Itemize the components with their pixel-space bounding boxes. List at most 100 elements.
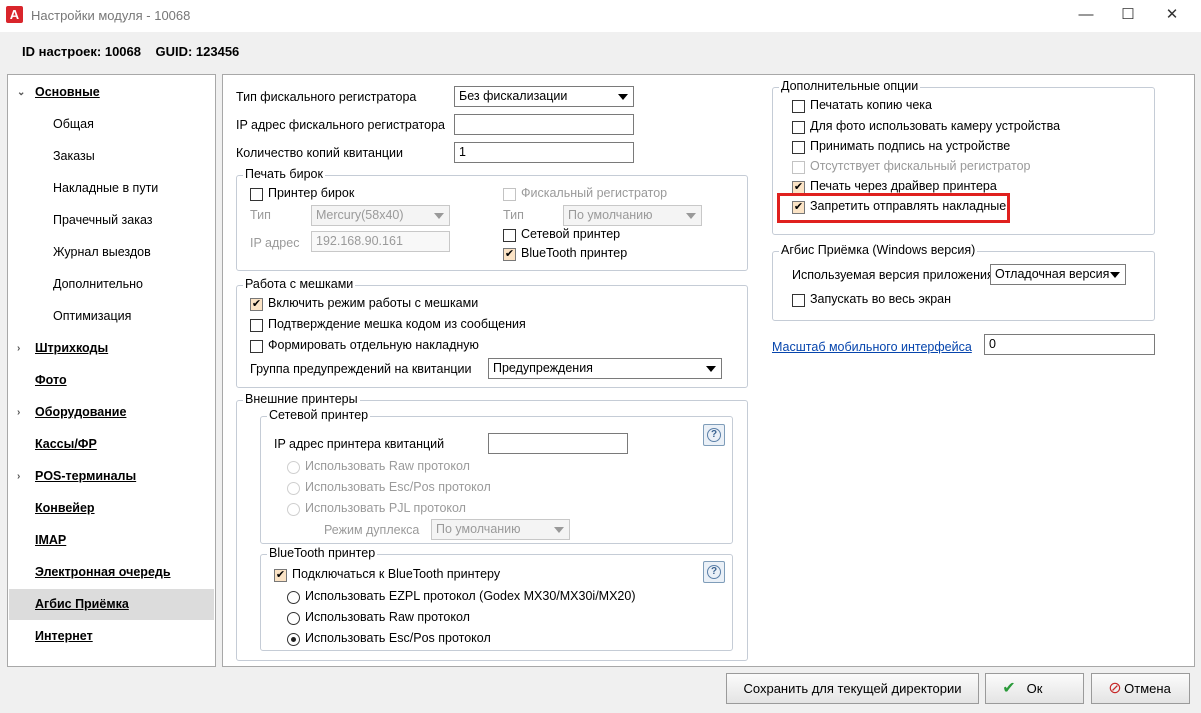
fiscal-ip-input[interactable] — [454, 114, 634, 135]
signature-checkbox[interactable] — [792, 141, 805, 154]
pjl-protocol-label: Использовать PJL протокол — [305, 501, 466, 515]
nav-item-label: Оптимизация — [53, 309, 132, 323]
copies-input[interactable]: 1 — [454, 142, 634, 163]
bt-ezpl-radio[interactable] — [287, 591, 300, 604]
nav-item-agbis-priemka[interactable]: Агбис Приёмка — [9, 589, 214, 620]
tag-type-label: Тип — [250, 208, 271, 222]
fiscal-registrar-label: Фискальный регистратор — [521, 186, 668, 200]
nav-item-imap[interactable]: IMAP — [9, 525, 214, 556]
minimize-icon[interactable]: — — [1063, 0, 1109, 32]
fiscal-type-select[interactable]: Без фискализации — [454, 86, 634, 107]
fiscal-registrar-checkbox[interactable] — [503, 188, 516, 201]
print-copy-checkbox[interactable] — [792, 100, 805, 113]
tag-type2-value: По умолчанию — [568, 208, 653, 222]
tag-type-select[interactable]: Mercury(58x40) — [311, 205, 450, 226]
highlight-box — [777, 193, 1010, 223]
bluetooth-printer-group: BlueTooth принтер ✔ Подключаться к BlueT… — [260, 546, 733, 651]
nav-item-label: Накладные в пути — [53, 181, 159, 195]
dropdown-arrow-icon — [1110, 272, 1120, 278]
no-fiscal-checkbox[interactable] — [792, 161, 805, 174]
warn-group-label: Группа предупреждений на квитанции — [250, 362, 472, 376]
bluetooth-printer-checkbox[interactable]: ✔ — [503, 248, 516, 261]
nav-item-label: Журнал выездов — [53, 245, 151, 259]
nav-item-ochered[interactable]: Электронная очередь — [9, 557, 214, 588]
external-printers-group: Внешние принтеры Сетевой принтер IP адре… — [236, 392, 748, 661]
tag-printer-checkbox[interactable] — [250, 188, 263, 201]
nav-item-label: Штрихкоды — [35, 341, 109, 355]
bt-escpos-radio[interactable] — [287, 633, 300, 646]
receipt-printer-ip-input[interactable] — [488, 433, 628, 454]
pjl-protocol-radio[interactable] — [287, 503, 300, 516]
tag-ip-input[interactable]: 192.168.90.161 — [311, 231, 450, 252]
help-button[interactable]: ? — [703, 561, 725, 583]
nav-item-nakladnye[interactable]: Накладные в пути — [9, 173, 214, 204]
no-fiscal-label: Отсутствует фискальный регистратор — [810, 159, 1031, 173]
ok-button[interactable]: ✔ Ок — [985, 673, 1084, 704]
warn-group-select[interactable]: Предупреждения — [488, 358, 722, 379]
tag-type-value: Mercury(58x40) — [316, 208, 404, 222]
bags-separate-checkbox[interactable] — [250, 340, 263, 353]
bags-confirm-checkbox[interactable] — [250, 319, 263, 332]
mobile-scale-link[interactable]: Масштаб мобильного интерфейса — [772, 340, 972, 354]
settings-nav-tree: ⌄ Основные Общая Заказы Накладные в пути … — [7, 74, 216, 667]
warn-group-value: Предупреждения — [493, 361, 593, 375]
nav-item-osnovnye[interactable]: ⌄ Основные — [9, 77, 214, 108]
nav-item-shtrihkody[interactable]: › Штрихкоды — [9, 333, 214, 364]
nav-item-label: IMAP — [35, 533, 67, 547]
app-logo-icon: A — [6, 6, 23, 23]
nav-item-oborudovanie[interactable]: › Оборудование — [9, 397, 214, 428]
tag-printing-title: Печать бирок — [243, 167, 325, 181]
fiscal-ip-label: IP адрес фискального регистратора — [236, 118, 446, 132]
nav-item-prachechny[interactable]: Прачечный заказ — [9, 205, 214, 236]
fiscal-type-value: Без фискализации — [459, 89, 568, 103]
nav-item-optimizaciya[interactable]: Оптимизация — [9, 301, 214, 332]
nav-item-kassy[interactable]: Кассы/ФР — [9, 429, 214, 460]
nav-item-obshaya[interactable]: Общая — [9, 109, 214, 140]
help-button[interactable]: ? — [703, 424, 725, 446]
dropdown-arrow-icon — [554, 527, 564, 533]
bt-raw-radio[interactable] — [287, 612, 300, 625]
dropdown-arrow-icon — [618, 94, 628, 100]
bags-separate-label: Формировать отдельную накладную — [268, 338, 479, 352]
windows-version-group: Агбис Приёмка (Windows версия) Используе… — [772, 243, 1155, 321]
app-version-select[interactable]: Отладочная версия — [990, 264, 1126, 285]
fullscreen-label: Запускать во весь экран — [810, 292, 952, 306]
nav-item-konveyer[interactable]: Конвейер — [9, 493, 214, 524]
nav-item-foto[interactable]: Фото — [9, 365, 214, 396]
tag-type2-select[interactable]: По умолчанию — [563, 205, 702, 226]
duplex-select[interactable]: По умолчанию — [431, 519, 570, 540]
chevron-right-icon[interactable]: › — [17, 333, 20, 364]
receipt-printer-ip-label: IP адрес принтера квитанций — [274, 437, 445, 451]
chevron-right-icon[interactable]: › — [17, 461, 20, 492]
tag-printing-group: Печать бирок Принтер бирок Фискальный ре… — [236, 167, 748, 271]
chevron-down-icon[interactable]: ⌄ — [17, 77, 25, 108]
escpos-protocol-radio[interactable] — [287, 482, 300, 495]
settings-id-header: ID настроек: 10068 GUID: 123456 — [22, 44, 239, 59]
nav-item-label: Оборудование — [35, 405, 127, 419]
bt-connect-checkbox[interactable]: ✔ — [274, 569, 287, 582]
bags-enable-checkbox[interactable]: ✔ — [250, 298, 263, 311]
nav-item-zhurnal[interactable]: Журнал выездов — [9, 237, 214, 268]
nav-item-pos[interactable]: › POS-терминалы — [9, 461, 214, 492]
external-printers-title: Внешние принтеры — [243, 392, 360, 406]
network-printer-checkbox[interactable] — [503, 229, 516, 242]
fiscal-type-label: Тип фискального регистратора — [236, 90, 417, 104]
nav-item-label: Заказы — [53, 149, 95, 163]
maximize-icon[interactable]: ☐ — [1105, 0, 1151, 32]
use-camera-checkbox[interactable] — [792, 121, 805, 134]
save-directory-button[interactable]: Сохранить для текущей директории — [726, 673, 979, 704]
tag-printer-label: Принтер бирок — [268, 186, 355, 200]
nav-item-internet[interactable]: Интернет — [9, 621, 214, 652]
nav-item-zakazy[interactable]: Заказы — [9, 141, 214, 172]
network-printer-group: Сетевой принтер IP адрес принтера квитан… — [260, 408, 733, 544]
nav-item-dopolnitelno[interactable]: Дополнительно — [9, 269, 214, 300]
duplex-label: Режим дуплекса — [324, 523, 420, 537]
close-icon[interactable]: ✕ — [1149, 0, 1195, 32]
chevron-right-icon[interactable]: › — [17, 397, 20, 428]
raw-protocol-radio[interactable] — [287, 461, 300, 474]
nav-item-label: POS-терминалы — [35, 469, 137, 483]
mobile-scale-input[interactable]: 0 — [984, 334, 1155, 355]
app-version-label: Используемая версия приложения — [792, 268, 994, 282]
fullscreen-checkbox[interactable] — [792, 294, 805, 307]
cancel-button[interactable]: ⊘ Отмена — [1091, 673, 1190, 704]
